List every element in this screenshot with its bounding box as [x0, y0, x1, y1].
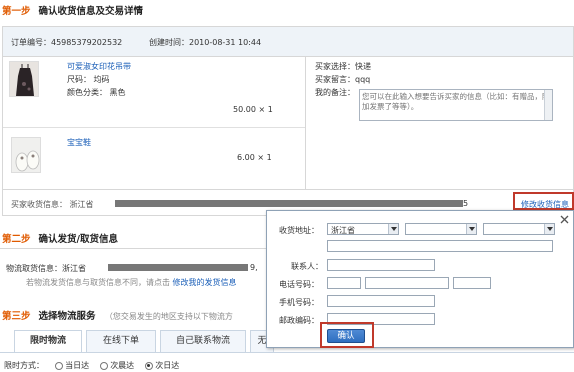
product-name-2[interactable]: 宝宝鞋	[67, 137, 91, 148]
redacted-address	[115, 200, 463, 207]
contact-name-input[interactable]	[327, 259, 435, 271]
remark-scrollbar[interactable]	[544, 90, 552, 120]
product-separator	[3, 127, 305, 128]
confirm-highlight	[320, 322, 374, 348]
remark-label: 我的备注：	[315, 88, 355, 97]
phone-number-input[interactable]	[365, 277, 449, 289]
step2-number: 第二步	[2, 234, 31, 245]
product-name-1[interactable]: 可爱淑女印花吊带	[67, 61, 131, 72]
buyer-choice: 买家选择：快递	[315, 62, 371, 71]
option-next-morning: 次晨达	[110, 361, 135, 370]
step1-number: 第一步	[2, 6, 31, 17]
district-select[interactable]	[483, 223, 555, 235]
edit-link-highlight	[513, 192, 574, 210]
step1-title: 第一步 确认收货信息及交易详情	[2, 3, 143, 17]
edit-sender-link[interactable]: 修改我的发货信息	[173, 278, 237, 287]
radio-next-morning[interactable]	[99, 361, 108, 370]
product-color-1: 颜色分类： 黑色	[67, 88, 126, 97]
popup-postcode-label: 邮政编码：	[279, 316, 319, 325]
product-price-1: 50.00 × 1	[233, 105, 273, 114]
order-panel: 订单编号：45985379202532 创建时间：2010-08-31 10:4…	[2, 26, 574, 216]
step1-title-text: 确认收货信息及交易详情	[38, 6, 144, 17]
chevron-down-icon	[544, 224, 554, 234]
product-thumbnail-dress[interactable]	[9, 61, 39, 97]
address-separator	[3, 189, 573, 190]
column-divider	[305, 57, 306, 189]
close-icon[interactable]	[560, 215, 569, 224]
popup-address-label: 收货地址：	[279, 226, 319, 235]
option-next-day: 次日达	[155, 361, 180, 370]
city-select[interactable]	[405, 223, 477, 235]
tab-self-contact[interactable]: 自己联系物流	[160, 330, 246, 352]
buyer-message: 买家留言：qqq	[315, 75, 371, 84]
tabs-baseline	[0, 352, 574, 353]
chevron-down-icon	[466, 224, 476, 234]
radio-next-day[interactable]	[144, 361, 153, 370]
mobile-number-input[interactable]	[327, 295, 435, 307]
time-method-row: 限时方式： 当日达 次晨达 次日达	[4, 360, 179, 371]
remark-textarea[interactable]	[359, 89, 553, 121]
step2-title-text: 确认发货/取货信息	[38, 234, 118, 245]
step3-number: 第三步	[2, 311, 31, 322]
order-number: 订单编号：45985379202532	[11, 38, 123, 47]
radio-same-day[interactable]	[54, 361, 63, 370]
time-method-label: 限时方式：	[4, 361, 44, 370]
option-same-day: 当日达	[65, 361, 90, 370]
step2-title: 第二步 确认发货/取货信息	[2, 231, 118, 245]
chevron-down-icon	[388, 224, 398, 234]
pickup-label: 物流取货信息：浙江省	[6, 264, 86, 273]
product-price-2: 6.00 × 1	[237, 153, 272, 162]
order-header: 订单编号：45985379202532 创建时间：2010-08-31 10:4…	[3, 27, 573, 57]
street-address-input[interactable]	[327, 240, 553, 252]
product-size-1: 尺码： 均码	[67, 75, 110, 84]
tab-time-limited[interactable]: 限时物流	[14, 330, 82, 353]
province-select[interactable]: 浙江省	[327, 223, 399, 235]
popup-contact-label: 联系人：	[291, 262, 323, 271]
order-created-time: 创建时间：2010-08-31 10:44	[149, 38, 262, 47]
step3-title-text: 选择物流服务	[38, 311, 96, 322]
edit-address-popup: 收货地址： 浙江省 联系人： 电话号码： 手机号码： 邮政编码： 确认	[266, 210, 574, 348]
shipping-address-suffix: 5	[463, 199, 469, 208]
pickup-suffix: 9,	[250, 263, 258, 272]
redacted-pickup-address	[108, 264, 248, 271]
phone-extension-input[interactable]	[453, 277, 491, 289]
shipping-note-text: 若物流发货信息与取货信息不同，请点击	[26, 278, 170, 287]
step3-title: 第三步 选择物流服务 （您交易发生的地区支持以下物流方	[2, 308, 233, 322]
popup-phone-label: 电话号码：	[279, 280, 319, 289]
shipping-note: 若物流发货信息与取货信息不同，请点击 修改我的发货信息	[26, 277, 237, 288]
phone-area-code-input[interactable]	[327, 277, 361, 289]
shipping-address-label: 买家收货信息： 浙江省	[11, 200, 94, 209]
popup-mobile-label: 手机号码：	[279, 298, 319, 307]
province-value: 浙江省	[331, 226, 355, 235]
tab-online-order[interactable]: 在线下单	[86, 330, 156, 352]
product-thumbnail-shoes[interactable]	[11, 137, 41, 173]
step3-subtitle: （您交易发生的地区支持以下物流方	[104, 312, 233, 321]
